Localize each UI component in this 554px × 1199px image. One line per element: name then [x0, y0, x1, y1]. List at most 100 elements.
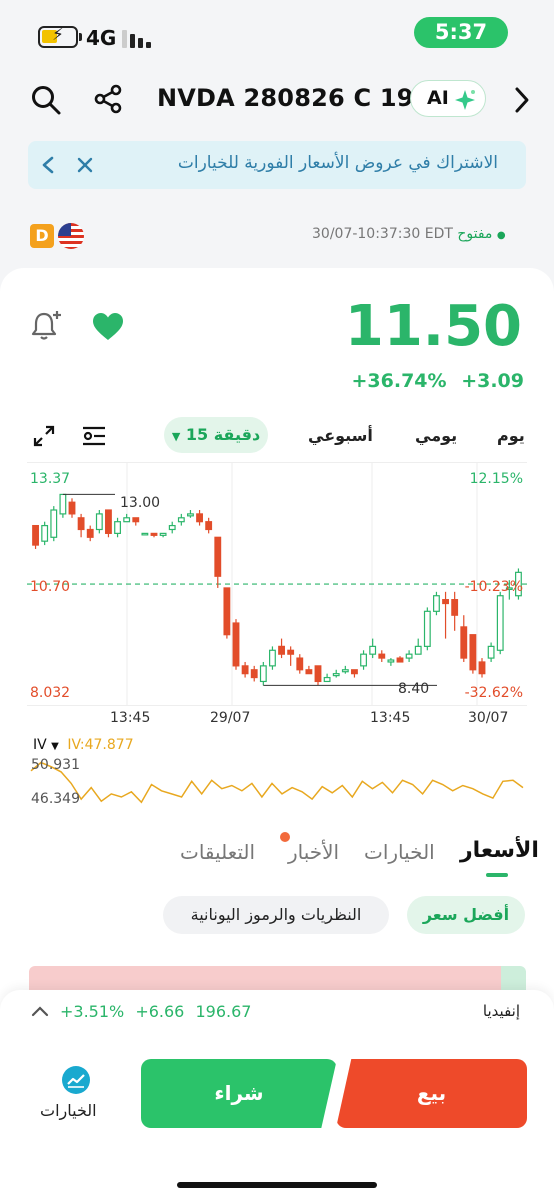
candle-up: [141, 532, 149, 536]
candle-down: [68, 501, 76, 515]
candle-up: [423, 610, 431, 647]
candle-up: [177, 517, 185, 523]
candle-down: [196, 513, 203, 523]
candle-down: [396, 657, 404, 663]
sparkle-icon: [455, 90, 475, 110]
tab-options[interactable]: الخيارات: [364, 840, 435, 864]
chevron-up-icon[interactable]: [30, 1004, 50, 1018]
candle-up: [123, 517, 131, 523]
candle-down: [205, 521, 213, 531]
candle-down: [442, 599, 449, 605]
candle-down: [278, 645, 285, 655]
timeframe-day[interactable]: يوم: [497, 426, 525, 445]
candle-up: [59, 493, 67, 515]
candle-up: [332, 673, 340, 677]
favorite-heart-icon[interactable]: [92, 312, 124, 342]
candle-up: [341, 669, 349, 673]
timeframe-weekly[interactable]: أسبوعي: [308, 426, 373, 445]
y-label-bottom: 8.032: [30, 685, 71, 701]
battery-cap: [79, 33, 82, 41]
ticker-quote: +3.51% +6.66 196.67: [60, 1002, 251, 1021]
candle-down: [150, 532, 158, 536]
subscribe-banner[interactable]: الاشتراك في عروض الأسعار الفورية للخيارا…: [28, 141, 526, 189]
candle-up: [414, 645, 422, 655]
news-dot: [280, 832, 290, 842]
candle-up: [159, 532, 167, 536]
ai-button[interactable]: AI: [410, 80, 486, 117]
tab-news[interactable]: الأخبار: [288, 840, 339, 864]
x-label-1: 29/07: [210, 710, 251, 726]
chip-best-price[interactable]: أفضل سعر: [407, 896, 525, 934]
candle-up: [323, 676, 331, 683]
candle-down: [214, 536, 222, 577]
candle-up: [433, 595, 440, 612]
candle-down: [223, 587, 231, 636]
y-label-top: 13.37: [30, 471, 71, 487]
y-label-mid: 10.70: [30, 579, 71, 595]
search-icon[interactable]: [30, 84, 62, 116]
iv-y-top: 50.931: [31, 757, 80, 773]
timeframe-daily[interactable]: يومي: [415, 426, 457, 445]
x-label-0: 13:45: [110, 710, 151, 726]
iv-header[interactable]: IV ▼ IV:47.877: [33, 737, 134, 753]
timeframe-15m[interactable]: ▼ 15 دقيقة: [164, 417, 268, 453]
candle-down: [132, 517, 140, 523]
candle-up: [95, 513, 103, 531]
change-abs: +3.09: [461, 370, 524, 392]
candle-up: [405, 653, 413, 659]
candle-down: [469, 634, 477, 671]
candle-up: [369, 645, 377, 655]
change-pct: +36.74%: [351, 370, 447, 392]
network-label: 4G: [86, 26, 117, 50]
options-chart-icon[interactable]: [62, 1066, 90, 1094]
market-status: مفتوح: [457, 226, 493, 242]
x-label-3: 30/07: [468, 710, 509, 726]
last-price: 11.50: [344, 294, 522, 359]
candle-up: [360, 653, 367, 667]
candle-down: [296, 657, 304, 671]
candle-down: [460, 626, 468, 659]
tab-comments[interactable]: التعليقات: [180, 840, 255, 864]
annotation-low: 8.40: [398, 681, 430, 697]
candle-down: [287, 649, 295, 655]
iv-chart[interactable]: [27, 755, 527, 811]
candle-up: [487, 645, 495, 659]
tab-underline: [486, 873, 508, 877]
signal-icon: [122, 28, 152, 48]
share-icon[interactable]: [92, 83, 124, 115]
ticker-name: إنفيديا: [482, 1002, 520, 1020]
us-flag-icon: [58, 223, 84, 249]
app-screen: ⚡ 4G 5:37 NVDA 280826 C 195 AI الاشتراك …: [0, 0, 554, 1199]
home-indicator: [177, 1182, 377, 1188]
options-label[interactable]: الخيارات: [40, 1101, 97, 1120]
candle-down: [32, 524, 39, 546]
chevron-left-icon[interactable]: [40, 155, 56, 175]
battery-icon: ⚡: [38, 25, 78, 48]
annotation-high: 13.00: [120, 495, 161, 511]
candle-down: [378, 653, 386, 659]
timeframe-15m-label: 15 دقيقة: [185, 425, 261, 444]
pct-label-top: 12.15%: [469, 471, 523, 487]
delayed-badge: D: [30, 224, 54, 248]
sell-button[interactable]: بيع: [336, 1059, 527, 1128]
pct-label-bottom: -32.62%: [464, 685, 523, 701]
add-alert-bell-icon[interactable]: [28, 309, 62, 343]
candle-up: [41, 524, 49, 542]
candle-down: [250, 669, 258, 679]
chart-settings-icon[interactable]: [80, 424, 108, 448]
iv-label: IV: [33, 737, 47, 753]
ai-label: AI: [427, 87, 449, 109]
candle-down: [478, 661, 486, 675]
buy-button[interactable]: شراء: [141, 1059, 337, 1128]
chevron-right-icon[interactable]: [512, 86, 532, 114]
candle-down: [451, 599, 459, 616]
fullscreen-icon[interactable]: [32, 424, 56, 448]
close-icon[interactable]: [76, 156, 94, 174]
contract-title: NVDA 280826 C 195: [157, 84, 431, 112]
tab-prices[interactable]: الأسعار: [460, 838, 539, 863]
candle-up: [168, 524, 176, 531]
market-timestamp: 30/07-10:37:30 EDT: [312, 226, 453, 242]
price-chart[interactable]: [27, 462, 527, 706]
chip-greeks[interactable]: النظريات والرموز اليونانية: [163, 896, 389, 934]
candle-up: [496, 595, 504, 651]
